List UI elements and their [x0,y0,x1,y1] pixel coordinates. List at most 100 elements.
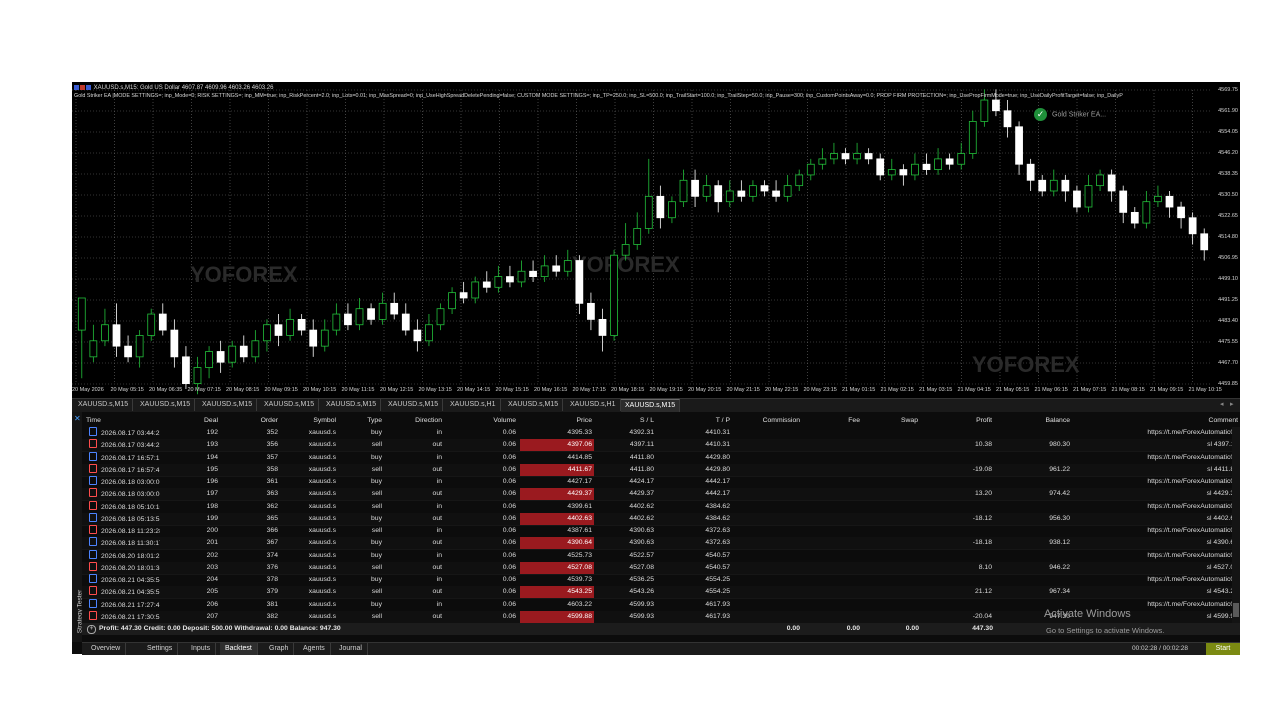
tab-scroll-right-icon[interactable]: ▸ [1230,400,1234,408]
table-row[interactable]: 2026.08.18 03:00:02 196 361 xauusd.s buy in 0.… [82,476,1240,489]
time-tick-label: 21 May 07:15 [1073,387,1107,393]
candle-body [540,265,549,277]
chart-tab[interactable]: XAUUSD.s,M15 [74,399,134,411]
table-row[interactable]: 2026.08.21 04:35:54 204 378 xauusd.s buy in 0.… [82,574,1240,587]
cell-type: sell [371,563,382,571]
cell-deal: 197 [206,490,218,498]
price-tick-label: 4506.95 [1218,255,1238,261]
column-header[interactable]: Price [520,415,593,427]
tester-tabs-bar: Overview Settings Inputs Backtest Graph Agent… [82,642,1240,655]
tab-graph[interactable]: Graph [264,643,295,655]
cell-volume: 0.06 [502,514,516,522]
close-icon[interactable]: ✕ [74,414,81,423]
scrollbar-thumb[interactable] [1233,603,1239,617]
tab-agents[interactable]: Agents [298,643,331,655]
chart-tab[interactable]: XAUUSD.s,M15 [322,399,382,411]
chart-tab[interactable]: XAUUSD.s,M15 [384,399,444,411]
chart-window-icon [80,85,85,90]
table-row[interactable]: 2026.08.18 11:30:17 201 367 xauusd.s buy out 0… [82,537,1240,551]
column-header[interactable]: Deal [162,415,218,427]
table-row[interactable]: 2026.08.17 03:44:27 192 352 xauusd.s buy in 0.… [82,427,1240,440]
price-tick-label: 4538.35 [1218,171,1238,177]
chart-window-icon [86,85,91,90]
column-header[interactable]: Balance [996,415,1070,427]
table-row[interactable]: 2026.08.20 18:01:30 203 376 xauusd.s sell out… [82,561,1240,575]
time-tick-label: 21 May 06:15 [1034,387,1068,393]
chart-tab[interactable]: XAUUSD.s,H1 [446,399,501,411]
cell-profit [922,476,992,488]
cell-sl: 4402.62 [629,502,654,510]
column-header[interactable]: Commission [732,415,800,427]
expand-icon[interactable]: + [87,625,96,634]
table-row[interactable]: 2026.08.18 05:13:56 199 365 xauusd.s buy out 0… [82,512,1240,526]
candle-body [876,158,885,176]
candle-body [552,265,561,272]
chart-tab[interactable]: XAUUSD.s,M15 [504,399,564,411]
cell-fee [804,537,860,549]
table-row[interactable]: 2026.08.18 11:23:28 200 366 xauusd.s sell in 0… [82,525,1240,538]
candle-body [968,121,977,154]
column-header[interactable]: Swap [862,415,918,427]
tab-scroll-left-icon[interactable]: ◂ [1220,400,1224,408]
table-row[interactable]: 2026.08.18 05:10:10 198 362 xauusd.s sell in 0… [82,500,1240,514]
table-row[interactable]: 2026.08.17 03:44:28 193 356 xauusd.s sell out… [82,439,1240,453]
ea-badge[interactable]: ✓ Gold Striker EA... [1034,108,1106,121]
column-header[interactable]: Profit [922,415,992,427]
price-tick-label: 4491.25 [1218,297,1238,303]
candle-body [413,329,422,342]
column-header[interactable]: T / P [658,415,730,427]
column-header[interactable]: Volume [446,415,516,427]
time-tick-label: 20 May 15:15 [495,387,529,393]
table-row[interactable]: 2026.08.21 04:35:56 205 379 xauusd.s sell out… [82,586,1240,600]
column-header[interactable]: Time [86,415,160,427]
column-header[interactable]: Fee [804,415,860,427]
candle-body [864,153,873,160]
chart-tab[interactable]: XAUUSD.s,M15 [260,399,320,411]
chart-tab[interactable]: XAUUSD.s,M15 [198,399,258,411]
cell-fee [804,439,860,451]
candle-body [320,329,329,347]
cell-symbol: xauusd.s [308,588,336,596]
candle-body [228,345,237,363]
candle-body [1003,110,1012,128]
cell-volume: 0.06 [502,429,516,436]
cell-time: 2026.08.18 05:10:10 [101,503,160,511]
table-row[interactable]: 2026.08.20 18:01:28 202 374 xauusd.s buy in 0.… [82,549,1240,563]
cell-price: 4390.64 [520,537,594,550]
tab-journal[interactable]: Journal [334,643,368,655]
chart-tab[interactable]: XAUUSD.s,H1 [566,399,621,411]
cell-type: buy [371,429,382,436]
tab-settings[interactable]: Settings [142,643,179,655]
chart-tab[interactable]: XAUUSD.s,M15 [621,399,681,412]
column-header[interactable]: S / L [594,415,654,427]
column-header[interactable]: Type [340,415,382,427]
candle-body [957,153,966,165]
table-row[interactable]: 2026.08.18 03:00:03 197 363 xauusd.s sell out… [82,488,1240,502]
candle-body [853,153,861,160]
candle-body [506,276,514,283]
table-row[interactable]: 2026.08.17 16:57:47 195 358 xauusd.s sell out… [82,463,1240,477]
column-header[interactable]: Order [222,415,278,427]
tab-inputs[interactable]: Inputs [186,643,217,655]
column-header[interactable]: Symbol [282,415,336,427]
table-row[interactable]: 2026.08.17 16:57:19 194 357 xauusd.s buy in 0.… [82,451,1240,465]
tab-backtest[interactable]: Backtest [220,643,258,655]
column-header[interactable]: Comment [1074,415,1238,427]
cell-commission [732,464,800,476]
table-scrollbar[interactable] [1232,427,1240,623]
cell-balance: 961.22 [1049,465,1070,473]
candle-body [101,324,109,342]
cell-order: 362 [266,502,278,510]
tab-overview[interactable]: Overview [86,643,127,655]
column-header[interactable]: Direction [386,415,442,427]
activate-windows-subtitle: Go to Settings to activate Windows. [1046,626,1165,635]
price-tick-label: 4554.05 [1218,129,1238,135]
chart-tab[interactable]: XAUUSD.s,M15 [136,399,196,411]
start-button[interactable]: Start [1206,643,1240,655]
cell-order: 376 [266,563,278,571]
cell-comment: https://t.me/ForexAutomatic01 [1147,527,1238,534]
price-chart[interactable]: YOFOREX YOFOREX YOFOREX XAUUSD.s,M15: Gold… [72,82,1240,398]
cell-symbol: xauusd.s [308,539,336,547]
cell-symbol: xauusd.s [308,478,336,485]
cell-deal: 194 [206,453,218,461]
